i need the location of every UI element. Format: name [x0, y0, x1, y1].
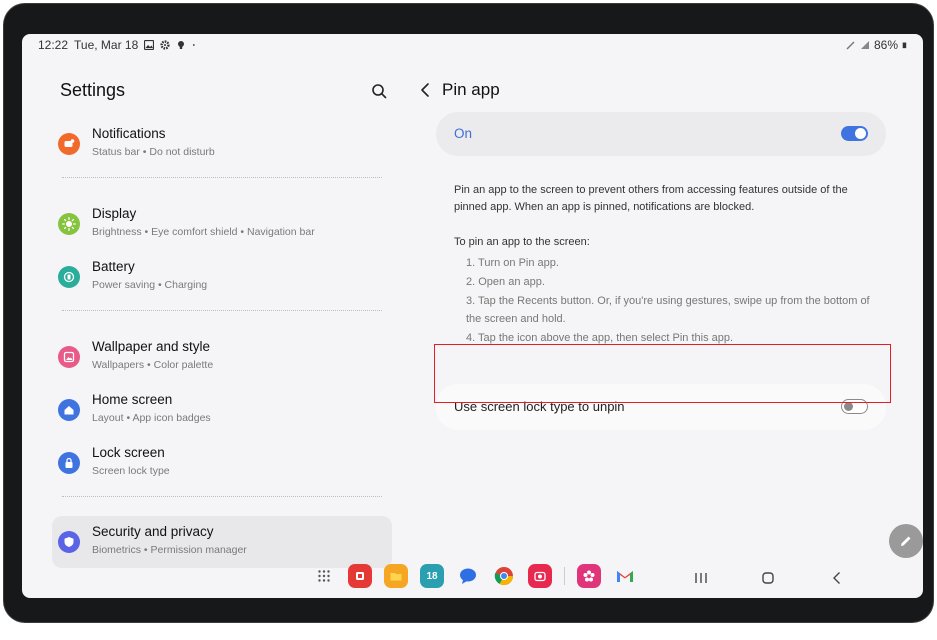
- settings-item-battery[interactable]: Battery Power saving • Charging: [52, 251, 392, 303]
- recents-button-icon[interactable]: [691, 568, 711, 588]
- back-arrow-icon[interactable]: [416, 80, 436, 100]
- device-bezel: 12:22 Tue, Mar 18 86% Settings Notificat…: [4, 4, 933, 622]
- gear-icon: [160, 40, 170, 50]
- settings-item-notifications[interactable]: Notifications Status bar • Do not distur…: [52, 118, 392, 170]
- settings-header: Settings: [60, 78, 390, 108]
- settings-item-title: Lock screen: [92, 445, 165, 460]
- toggle-knob: [855, 128, 866, 139]
- pin-app-panel: Pin app On Pin an app to the screen to p…: [412, 64, 902, 584]
- step-item: 3. Tap the Recents button. Or, if you're…: [466, 294, 870, 326]
- apps-grid-icon[interactable]: [312, 564, 336, 588]
- dock-separator: [564, 567, 565, 585]
- search-icon[interactable]: [368, 80, 390, 102]
- master-switch-label: On: [454, 126, 473, 141]
- battery-icon: [58, 266, 80, 288]
- settings-item-title: Security and privacy: [92, 524, 214, 539]
- section-divider: [62, 496, 382, 497]
- section-divider: [62, 177, 382, 178]
- page-title: Pin app: [442, 80, 500, 99]
- flipboard-icon[interactable]: [348, 564, 372, 588]
- settings-item-subtitle: Brightness • Eye comfort shield • Naviga…: [92, 226, 315, 238]
- floating-edit-button[interactable]: [889, 524, 923, 558]
- pen-icon: [846, 41, 855, 50]
- settings-item-subtitle: Biometrics • Permission manager: [92, 544, 247, 556]
- settings-item-home-screen[interactable]: Home screen Layout • App icon badges: [52, 384, 392, 436]
- dot-icon: [193, 44, 195, 46]
- settings-item-subtitle: Screen lock type: [92, 465, 170, 477]
- lightbulb-icon: [178, 41, 185, 49]
- device-frame: 12:22 Tue, Mar 18 86% Settings Notificat…: [3, 3, 934, 623]
- settings-item-subtitle: Layout • App icon badges: [92, 412, 211, 424]
- status-time: 12:22: [38, 38, 69, 52]
- settings-item-subtitle: Power saving • Charging: [92, 279, 208, 291]
- calendar-day: 18: [426, 570, 438, 582]
- step-item: 1. Turn on Pin app.: [466, 257, 559, 269]
- gallery-icon: [144, 40, 155, 50]
- settings-item-subtitle: Status bar • Do not disturb: [92, 146, 215, 158]
- step-item: 2. Open an app.: [466, 275, 545, 288]
- gmail-icon[interactable]: [613, 564, 637, 588]
- steps-list: 1. Turn on Pin app. 2. Open an app. 3. T…: [466, 254, 876, 348]
- home-button-icon[interactable]: [758, 568, 778, 588]
- section-divider: [62, 310, 382, 311]
- bixby-icon[interactable]: [577, 564, 601, 588]
- pin-app-toggle[interactable]: [841, 126, 868, 141]
- image-icon: [58, 346, 80, 368]
- settings-item-subtitle: Wallpapers • Color palette: [92, 359, 214, 371]
- home-icon: [58, 399, 80, 421]
- pencil-icon: [901, 536, 911, 546]
- camera-icon[interactable]: [528, 564, 552, 588]
- settings-item-title: Display: [92, 206, 137, 221]
- pin-app-description: Pin an app to the screen to prevent othe…: [454, 184, 848, 213]
- status-right: 86%: [846, 38, 909, 52]
- messages-icon[interactable]: [456, 564, 480, 588]
- back-button-icon[interactable]: [827, 568, 847, 588]
- navigation-bar: 18: [22, 560, 923, 598]
- shield-icon: [58, 531, 80, 553]
- battery-percent: 86%: [873, 38, 898, 52]
- status-left: 12:22 Tue, Mar 18: [38, 38, 198, 52]
- taskbar-dock: 18: [312, 564, 637, 588]
- status-date: Tue, Mar 18: [74, 38, 139, 52]
- status-bar: 12:22 Tue, Mar 18 86%: [22, 34, 923, 56]
- steps-title: To pin an app to the screen:: [454, 236, 590, 248]
- settings-item-title: Wallpaper and style: [92, 339, 211, 354]
- settings-item-title: Home screen: [92, 392, 173, 407]
- chrome-icon[interactable]: [492, 564, 516, 588]
- bell-icon: [58, 133, 80, 155]
- wifi-icon: [860, 41, 869, 49]
- lock-icon: [58, 452, 80, 474]
- sun-icon: [58, 213, 80, 235]
- settings-title: Settings: [60, 80, 126, 100]
- settings-item-display[interactable]: Display Brightness • Eye comfort shield …: [52, 198, 392, 250]
- calendar-icon[interactable]: 18: [420, 564, 444, 588]
- settings-item-title: Battery: [92, 259, 135, 274]
- settings-item-title: Notifications: [92, 126, 166, 141]
- pin-app-master-switch-row[interactable]: On: [436, 112, 886, 156]
- settings-item-wallpaper[interactable]: Wallpaper and style Wallpapers • Color p…: [52, 331, 392, 383]
- battery-icon: [902, 42, 907, 49]
- screen: 12:22 Tue, Mar 18 86% Settings Notificat…: [22, 34, 923, 598]
- highlight-frame: [434, 344, 891, 403]
- files-icon[interactable]: [384, 564, 408, 588]
- settings-item-lock-screen[interactable]: Lock screen Screen lock type: [52, 437, 392, 489]
